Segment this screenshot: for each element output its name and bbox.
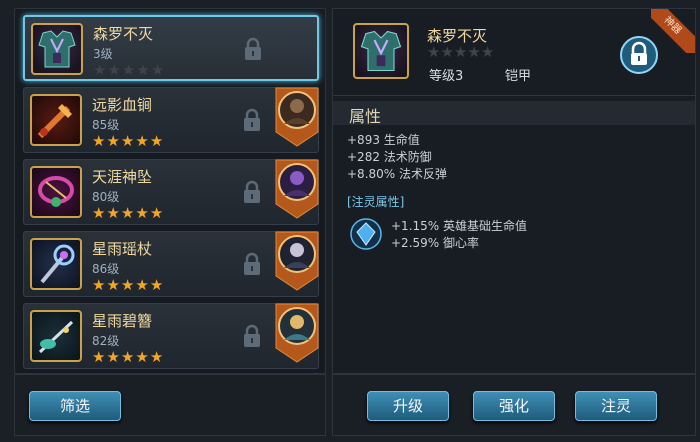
- lock-icon[interactable]: [242, 324, 262, 348]
- hairpin-icon: [30, 310, 82, 362]
- star-icon: ★: [453, 43, 468, 61]
- star-icon: ★: [106, 204, 121, 222]
- equipment-item[interactable]: 星雨碧簪 82级 ★★★★★: [23, 303, 319, 369]
- star-icon: ★: [135, 276, 150, 294]
- star-icon: ★: [120, 276, 136, 294]
- star-icon: ★: [106, 348, 121, 366]
- item-level: 86级: [92, 262, 120, 276]
- item-name: 森罗不灭: [93, 25, 154, 43]
- star-icon: ★: [467, 43, 481, 61]
- star-icon: ★: [106, 132, 121, 150]
- attr-line: +893 生命值: [347, 133, 420, 147]
- item-level: 82级: [92, 334, 120, 348]
- star-icon: ★: [92, 348, 107, 366]
- star-icon: ★: [135, 204, 150, 222]
- equipment-list-panel: 森罗不灭 3级 ★★★★★ 远影血锏 85级 ★★★★★ 天涯神坠 80级 ★★…: [14, 8, 326, 374]
- item-name: 远影血锏: [92, 96, 153, 114]
- attr-line: +8.80% 法术反弹: [347, 167, 447, 181]
- star-icon: ★: [107, 61, 122, 79]
- attr-line: +282 法术防御: [347, 150, 432, 164]
- lock-icon[interactable]: [242, 108, 262, 132]
- item-level: 3级: [93, 47, 113, 61]
- attr-title: 属性: [349, 107, 382, 126]
- infuse-button[interactable]: 注灵: [575, 391, 657, 421]
- star-icon: ★: [150, 61, 166, 79]
- star-icon: ★: [93, 61, 108, 79]
- star-rating: ★★★★★: [92, 276, 164, 294]
- attr-header-bar: [333, 101, 695, 125]
- enhance-button[interactable]: 强化: [473, 391, 555, 421]
- lock-icon[interactable]: [242, 252, 262, 276]
- star-icon: ★: [149, 348, 165, 366]
- star-icon: ★: [121, 61, 137, 79]
- spirit-attr-line: +1.15% 英雄基础生命值: [391, 219, 527, 233]
- star-icon: ★: [120, 132, 136, 150]
- hero-portrait-badge[interactable]: [274, 230, 320, 292]
- staff-icon: [30, 238, 82, 290]
- equipment-item[interactable]: 星雨瑶杖 86级 ★★★★★: [23, 231, 319, 297]
- star-icon: ★: [136, 61, 151, 79]
- star-icon: ★: [135, 348, 150, 366]
- item-name: 天涯神坠: [92, 168, 153, 186]
- star-icon: ★: [440, 43, 454, 61]
- detail-type: 铠甲: [505, 69, 532, 84]
- upgrade-button[interactable]: 升级: [367, 391, 449, 421]
- star-icon: ★: [120, 204, 136, 222]
- star-icon: ★: [135, 132, 150, 150]
- hero-portrait-badge[interactable]: [274, 86, 320, 148]
- pendant-icon: [30, 166, 82, 218]
- lock-icon[interactable]: [242, 180, 262, 204]
- spirit-attr-line: +2.59% 御心率: [391, 236, 479, 250]
- equipment-detail-panel: 森罗不灭 ★★★★★ 等级3 铠甲 神器 属性 +893 生命值 +282 法术…: [332, 8, 696, 374]
- detail-star-rating: ★★★★★: [427, 43, 494, 61]
- star-icon: ★: [149, 204, 165, 222]
- item-level: 85级: [92, 118, 120, 132]
- star-rating: ★★★★★: [93, 61, 165, 79]
- star-rating: ★★★★★: [92, 348, 164, 366]
- equipment-item[interactable]: 远影血锏 85级 ★★★★★: [23, 87, 319, 153]
- artifact-tag: 神器: [651, 9, 695, 53]
- spirit-title: [注灵属性]: [347, 195, 405, 209]
- hero-portrait-badge[interactable]: [274, 302, 320, 364]
- equipment-item[interactable]: 森罗不灭 3级 ★★★★★: [23, 15, 319, 81]
- hero-portrait-badge[interactable]: [274, 158, 320, 220]
- star-icon: ★: [92, 132, 107, 150]
- mace-icon: [30, 94, 82, 146]
- lock-icon[interactable]: [243, 37, 263, 61]
- item-name: 星雨瑶杖: [92, 240, 153, 258]
- star-icon: ★: [427, 43, 441, 61]
- star-rating: ★★★★★: [92, 204, 164, 222]
- armor-icon: [353, 23, 409, 79]
- star-rating: ★★★★★: [92, 132, 164, 150]
- divider: [333, 95, 695, 96]
- detail-footer: 升级 强化 注灵: [332, 374, 696, 436]
- list-footer: 筛选: [14, 374, 326, 436]
- spirit-gem-icon: [350, 218, 382, 250]
- star-icon: ★: [149, 276, 165, 294]
- equipment-item[interactable]: 天涯神坠 80级 ★★★★★: [23, 159, 319, 225]
- armor-icon: [31, 23, 83, 75]
- filter-button[interactable]: 筛选: [29, 391, 121, 421]
- star-icon: ★: [480, 43, 495, 61]
- detail-level: 等级3: [429, 69, 464, 84]
- corner-tag: 神器: [651, 9, 695, 53]
- star-icon: ★: [106, 276, 121, 294]
- star-icon: ★: [92, 276, 107, 294]
- star-icon: ★: [92, 204, 107, 222]
- star-icon: ★: [120, 348, 136, 366]
- star-icon: ★: [149, 132, 165, 150]
- item-level: 80级: [92, 190, 120, 204]
- item-name: 星雨碧簪: [92, 312, 153, 330]
